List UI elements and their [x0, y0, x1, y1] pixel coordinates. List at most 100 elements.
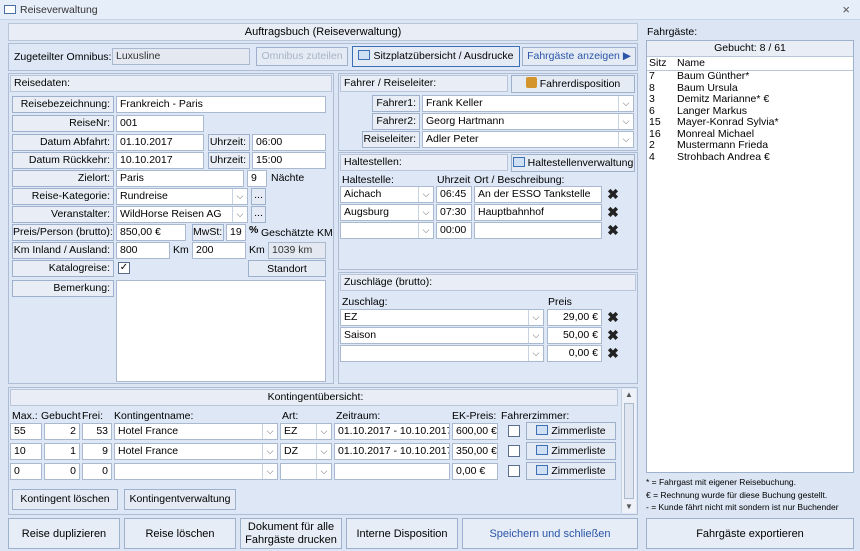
list-item[interactable]: 4 Strohbach Andrea €: [647, 151, 853, 164]
mwst-field[interactable]: 19: [226, 224, 246, 241]
standort-button[interactable]: Standort: [248, 260, 326, 277]
haltestelle-desc[interactable]: Hauptbahnhof: [474, 204, 602, 221]
list-item[interactable]: 15 Mayer-Konrad Sylvia*: [647, 116, 853, 129]
haltestellenverwaltung-button[interactable]: Haltestellenverwaltung: [511, 154, 635, 172]
haltestelle-time[interactable]: 00:00: [436, 222, 472, 239]
speichern-schliessen-button[interactable]: Speichern und schließen: [462, 518, 638, 549]
zimmerliste-button[interactable]: Zimmerliste: [526, 442, 616, 460]
katalog-checkbox[interactable]: ✓: [118, 262, 130, 274]
abfahrt-time-field[interactable]: 06:00: [252, 134, 326, 151]
chevron-down-icon[interactable]: ⌵: [618, 132, 633, 147]
chevron-down-icon[interactable]: ⌵: [232, 189, 247, 204]
kontingent-zeitraum[interactable]: 01.10.2017 - 10.10.2017: [334, 423, 450, 440]
delete-icon[interactable]: ✖: [605, 204, 621, 220]
reiseleiter-select[interactable]: Adler Peter ⌵: [422, 131, 634, 148]
rueckkehr-date-field[interactable]: 10.10.2017: [116, 152, 204, 169]
scroll-up-icon[interactable]: ▲: [622, 389, 636, 401]
zuschlag-price[interactable]: 0,00 €: [547, 345, 602, 362]
haltestelle-time[interactable]: 07:30: [436, 204, 472, 221]
list-item[interactable]: 2 Mustermann Frieda: [647, 139, 853, 152]
kontingent-max[interactable]: 55: [10, 423, 42, 440]
chevron-down-icon[interactable]: ⌵: [528, 310, 543, 325]
kontingent-art-select[interactable]: EZ ⌵: [280, 423, 332, 440]
kontingent-zeitraum[interactable]: [334, 463, 450, 480]
chevron-down-icon[interactable]: ⌵: [528, 328, 543, 343]
close-icon[interactable]: ×: [842, 2, 850, 17]
zuschlag-price[interactable]: 29,00 €: [547, 309, 602, 326]
delete-icon[interactable]: ✖: [605, 222, 621, 238]
kontingentverwaltung-button[interactable]: Kontingentverwaltung: [124, 489, 236, 510]
veranstalter-more-button[interactable]: ...: [251, 206, 266, 223]
fahrer2-select[interactable]: Georg Hartmann ⌵: [422, 113, 634, 130]
seat-overview-button[interactable]: Sitzplatzübersicht / Ausdrucke: [352, 46, 520, 67]
zuschlag-select[interactable]: EZ ⌵: [340, 309, 544, 326]
reise-duplizieren-button[interactable]: Reise duplizieren: [8, 518, 120, 549]
haltestelle-select[interactable]: Aichach ⌵: [340, 186, 434, 203]
chevron-down-icon[interactable]: ⌵: [316, 424, 331, 439]
kontingent-name-select[interactable]: Hotel France ⌵: [114, 423, 278, 440]
rueckkehr-time-field[interactable]: 15:00: [252, 152, 326, 169]
zuschlag-select[interactable]: Saison ⌵: [340, 327, 544, 344]
omnibus-assign-button[interactable]: Omnibus zuteilen: [256, 47, 348, 66]
bemerkung-field[interactable]: [116, 280, 326, 382]
chevron-down-icon[interactable]: ⌵: [232, 207, 247, 222]
chevron-down-icon[interactable]: ⌵: [262, 424, 277, 439]
fahrerzimmer-checkbox[interactable]: [508, 445, 520, 457]
reisenr-field[interactable]: 001: [116, 115, 204, 132]
kontingent-name-select[interactable]: Hotel France ⌵: [114, 443, 278, 460]
chevron-down-icon[interactable]: ⌵: [418, 223, 433, 238]
fahrgaeste-exportieren-button[interactable]: Fahrgäste exportieren: [646, 518, 854, 549]
naechte-field[interactable]: 9: [247, 170, 267, 187]
haltestelle-desc[interactable]: An der ESSO Tankstelle: [474, 186, 602, 203]
list-item[interactable]: 3 Demitz Marianne* €: [647, 93, 853, 106]
scroll-thumb[interactable]: [624, 403, 634, 499]
kontingent-max[interactable]: 0: [10, 463, 42, 480]
haltestelle-select[interactable]: ⌵: [340, 222, 434, 239]
zimmerliste-button[interactable]: Zimmerliste: [526, 462, 616, 480]
zielort-field[interactable]: Paris: [116, 170, 244, 187]
fahrerzimmer-checkbox[interactable]: [508, 465, 520, 477]
chevron-down-icon[interactable]: ⌵: [618, 96, 633, 111]
chevron-down-icon[interactable]: ⌵: [316, 464, 331, 479]
fahrer1-select[interactable]: Frank Keller ⌵: [422, 95, 634, 112]
chevron-down-icon[interactable]: ⌵: [618, 114, 633, 129]
reise-loeschen-button[interactable]: Reise löschen: [124, 518, 236, 549]
delete-icon[interactable]: ✖: [605, 327, 621, 343]
kategorie-more-button[interactable]: ...: [251, 188, 266, 205]
zuschlag-price[interactable]: 50,00 €: [547, 327, 602, 344]
kontingent-ek[interactable]: 350,00 €: [452, 443, 498, 460]
scroll-down-icon[interactable]: ▼: [622, 501, 636, 513]
list-item[interactable]: 7 Baum Günther*: [647, 70, 853, 83]
zimmerliste-button[interactable]: Zimmerliste: [526, 422, 616, 440]
kontingent-zeitraum[interactable]: 01.10.2017 - 10.10.2017: [334, 443, 450, 460]
chevron-down-icon[interactable]: ⌵: [316, 444, 331, 459]
haltestelle-time[interactable]: 06:45: [436, 186, 472, 203]
show-passengers-button[interactable]: Fahrgäste anzeigen ▶: [522, 47, 636, 66]
km-inland-field[interactable]: 800: [116, 242, 170, 259]
fahrerdisposition-button[interactable]: Fahrerdisposition: [511, 75, 635, 93]
delete-icon[interactable]: ✖: [605, 186, 621, 202]
kategorie-select[interactable]: Rundreise ⌵: [116, 188, 248, 205]
kontingent-scrollbar[interactable]: ▲ ▼: [621, 389, 636, 513]
zuschlag-select[interactable]: ⌵: [340, 345, 544, 362]
preis-field[interactable]: 850,00 €: [116, 224, 186, 241]
chevron-down-icon[interactable]: ⌵: [418, 187, 433, 202]
veranstalter-select[interactable]: WildHorse Reisen AG ⌵: [116, 206, 248, 223]
delete-icon[interactable]: ✖: [605, 345, 621, 361]
kontingent-ek[interactable]: 0,00 €: [452, 463, 498, 480]
haltestelle-select[interactable]: Augsburg ⌵: [340, 204, 434, 221]
delete-icon[interactable]: ✖: [605, 309, 621, 325]
chevron-down-icon[interactable]: ⌵: [528, 346, 543, 361]
dokument-drucken-button[interactable]: Dokument für alle Fahrgäste drucken: [240, 518, 342, 549]
chevron-down-icon[interactable]: ⌵: [262, 464, 277, 479]
kontingent-art-select[interactable]: ⌵: [280, 463, 332, 480]
kontingent-max[interactable]: 10: [10, 443, 42, 460]
haltestelle-desc[interactable]: [474, 222, 602, 239]
reisebezeichnung-field[interactable]: Frankreich - Paris: [116, 96, 326, 113]
chevron-down-icon[interactable]: ⌵: [262, 444, 277, 459]
fahrgaeste-list[interactable]: Gebucht: 8 / 61 Sitz Name 7 Baum Günther*…: [646, 40, 854, 473]
kontingent-delete-button[interactable]: Kontingent löschen: [12, 489, 118, 510]
abfahrt-date-field[interactable]: 01.10.2017: [116, 134, 204, 151]
interne-disposition-button[interactable]: Interne Disposition: [346, 518, 458, 549]
fahrerzimmer-checkbox[interactable]: [508, 425, 520, 437]
